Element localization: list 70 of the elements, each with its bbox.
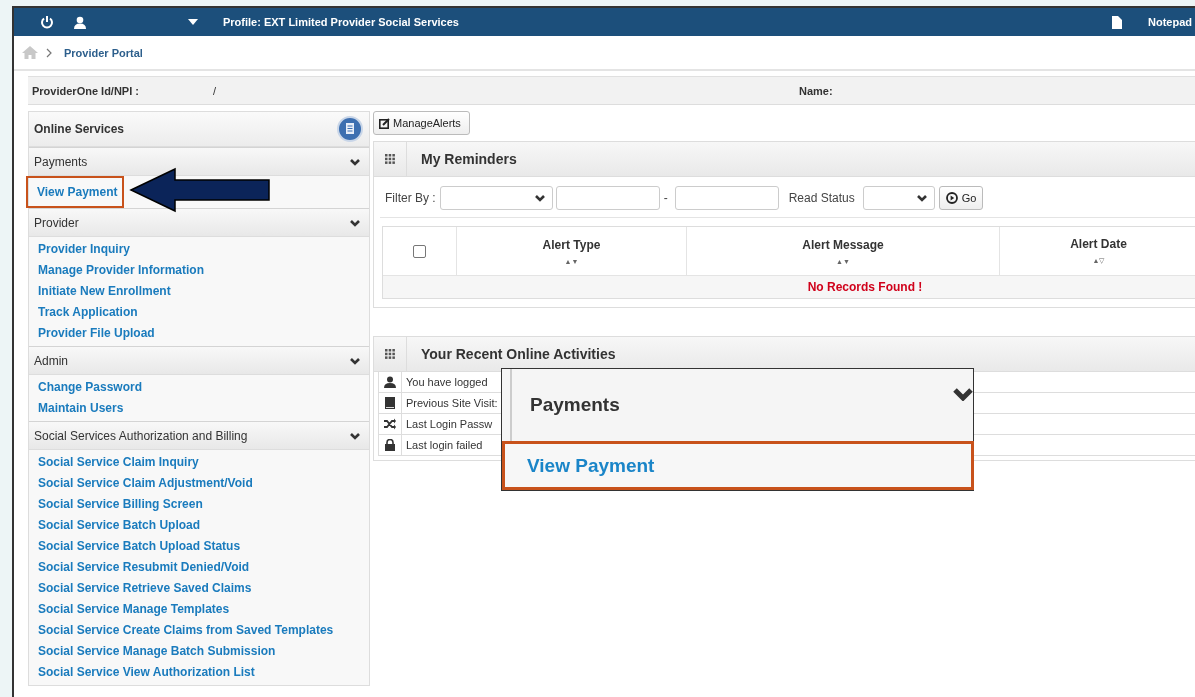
sidebar-link[interactable]: Change Password [29, 377, 143, 398]
chevron-down-icon [533, 193, 546, 203]
activity-text: Last Login Passw [405, 417, 493, 432]
grid-icon[interactable] [385, 154, 395, 164]
shuffle-icon [384, 418, 396, 430]
read-status-label: Read Status [788, 191, 855, 205]
edit-icon [379, 117, 390, 129]
breadcrumb-link[interactable]: Provider Portal [64, 46, 143, 59]
manage-alerts-button[interactable]: ManageAlerts [373, 111, 470, 135]
date-field[interactable] [555, 186, 660, 210]
sidebar-link[interactable]: Track Application [29, 302, 138, 323]
provider-id-value: / [212, 84, 217, 97]
sidebar-link[interactable]: Social Service Manage Templates [29, 599, 230, 620]
select-all-checkbox[interactable] [413, 244, 426, 258]
callout-section-title: Payments [530, 394, 620, 416]
sidebar-link[interactable]: Social Service Batch Upload [29, 515, 201, 536]
power-icon[interactable] [40, 15, 54, 29]
play-circle-icon [945, 192, 958, 204]
empty-message: No Records Found ! [383, 276, 1195, 298]
chevron-down-icon [915, 193, 928, 203]
notepad-label: Notepad [1148, 16, 1192, 28]
sidebar-link[interactable]: Social Service Claim Adjustment/Void [29, 473, 253, 494]
chevron-down-icon [349, 156, 361, 167]
range-separator: - [663, 191, 668, 205]
sidebar-link[interactable]: Maintain Users [29, 398, 124, 419]
chevron-down-icon [349, 217, 361, 228]
sidebar-link[interactable]: Social Service Billing Screen [29, 494, 203, 515]
user-icon[interactable] [74, 15, 86, 29]
section-header[interactable]: Provider [29, 208, 369, 237]
sidebar-link[interactable]: Social Service Retrieve Saved Claims [29, 578, 252, 599]
sidebar-link[interactable]: Social Service Batch Upload Status [29, 536, 241, 557]
go-button[interactable]: Go [938, 186, 984, 210]
filter-label: Filter By : [385, 191, 436, 205]
sidebar-link[interactable]: Social Service View Authorization List [29, 662, 255, 683]
grid-icon[interactable] [385, 349, 395, 359]
book-icon [384, 397, 396, 409]
activity-text: Previous Site Visit: [405, 396, 498, 411]
sidebar-link[interactable]: Provider Inquiry [29, 239, 131, 260]
activity-text: Last login failed [405, 438, 483, 453]
document-badge-icon[interactable] [337, 116, 363, 142]
select-field[interactable] [862, 186, 935, 210]
lock-icon [384, 439, 396, 451]
select-field[interactable] [439, 186, 553, 210]
sidebar-link[interactable]: Initiate New Enrollment [29, 281, 171, 302]
chevron-down-icon [349, 430, 361, 441]
section-header[interactable]: Payments [29, 147, 369, 176]
sidebar-link[interactable]: Provider File Upload [29, 323, 155, 344]
section-header[interactable]: Social Services Authorization and Billing [29, 421, 369, 450]
chevron-down-icon [349, 355, 361, 366]
sidebar-link[interactable]: View Payment [28, 178, 123, 206]
provider-id-label: ProviderOne Id/NPI : [32, 84, 139, 97]
sidebar-link[interactable]: Manage Provider Information [29, 260, 205, 281]
chevron-right-icon [46, 47, 52, 58]
callout-link[interactable]: View Payment [502, 441, 974, 490]
caret-icon[interactable] [188, 19, 198, 25]
panel-title: Your Recent Online Activities [421, 346, 616, 362]
notepad-link[interactable]: Notepad [1112, 15, 1195, 29]
name-label: Name: [799, 84, 833, 97]
section-header[interactable]: Admin [29, 346, 369, 375]
panel-title: My Reminders [421, 151, 517, 167]
sidebar-title: Online Services [34, 122, 125, 136]
sidebar-link[interactable]: Social Service Manage Batch Submission [29, 641, 276, 662]
sidebar-link[interactable]: Social Service Resubmit Denied/Void [29, 557, 250, 578]
user-icon [384, 376, 396, 388]
activity-text: You have logged [405, 375, 488, 390]
date-field[interactable] [674, 186, 779, 210]
sidebar-link[interactable]: Social Service Claim Inquiry [29, 452, 199, 473]
document-icon [1112, 15, 1122, 29]
profile-title: Profile: EXT Limited Provider Social Services [223, 16, 460, 28]
sidebar-link[interactable]: Social Service Create Claims from Saved Templates [29, 620, 334, 641]
